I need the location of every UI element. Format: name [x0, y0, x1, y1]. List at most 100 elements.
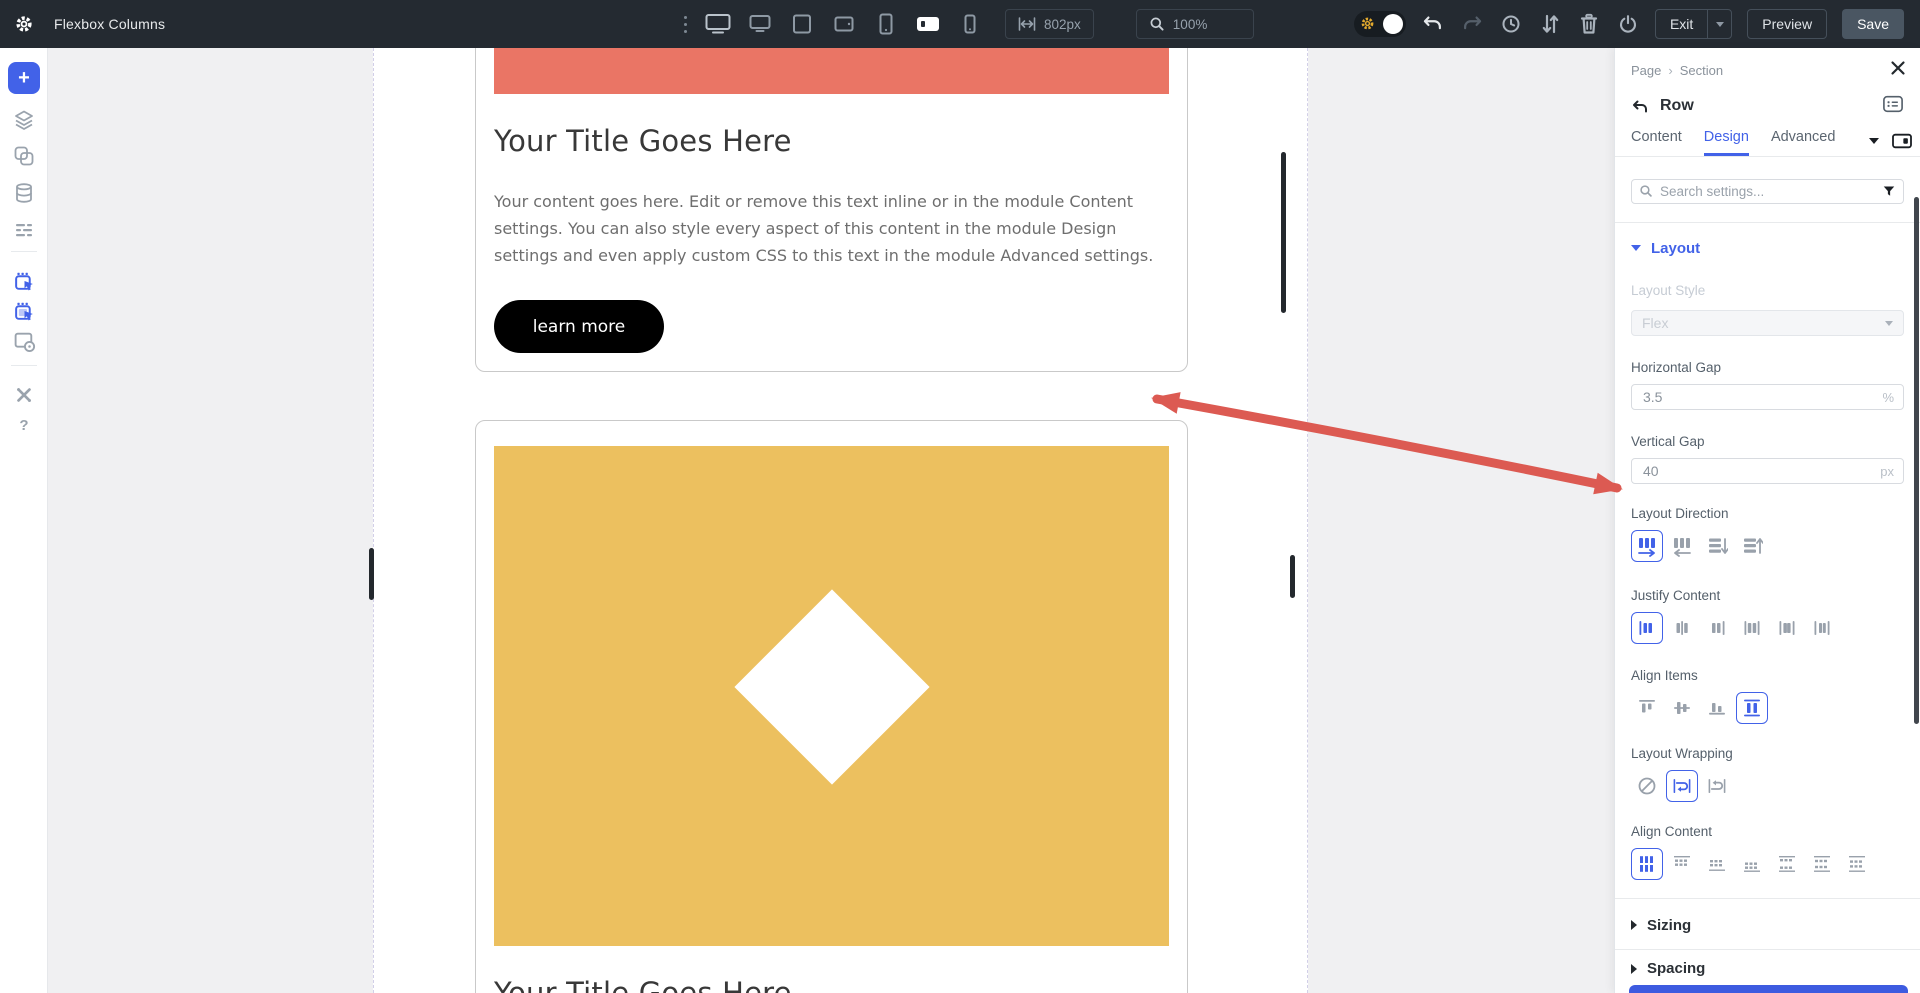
wireframe-lines-icon[interactable] — [12, 218, 36, 242]
preview-button[interactable]: Preview — [1747, 9, 1827, 39]
redo-icon[interactable] — [1460, 12, 1484, 36]
direction-column-reverse-icon[interactable] — [1736, 530, 1768, 562]
back-arrow-icon[interactable] — [1631, 99, 1648, 114]
tab-advanced[interactable]: Advanced — [1771, 129, 1836, 153]
zoom-control[interactable]: 100% — [1136, 9, 1254, 39]
image-placeholder-coral[interactable] — [494, 48, 1169, 94]
expand-panel-icon[interactable] — [1882, 94, 1904, 119]
align-items-stretch-icon[interactable] — [1736, 692, 1768, 724]
align-items-label: Align Items — [1631, 668, 1904, 683]
sidebar-divider — [11, 251, 37, 252]
card-title[interactable]: Your Title Goes Here — [494, 976, 1169, 993]
direction-row-icon[interactable] — [1631, 530, 1663, 562]
direction-column-icon[interactable] — [1701, 530, 1733, 562]
help-icon[interactable]: ? — [12, 413, 36, 437]
layout-heading: Layout — [1651, 240, 1700, 257]
align-content-flex-end-icon[interactable] — [1736, 848, 1768, 880]
layout-wrapping-options — [1631, 770, 1904, 802]
browser-settings-icon[interactable] — [12, 329, 36, 353]
device-desktop-icon[interactable] — [705, 11, 731, 37]
learn-more-button[interactable]: learn more — [494, 300, 664, 353]
tools-icon[interactable] — [12, 383, 36, 407]
vertical-gap-input[interactable] — [1631, 458, 1904, 484]
align-items-flex-start-icon[interactable] — [1631, 692, 1663, 724]
card-title[interactable]: Your Title Goes Here — [494, 124, 1169, 158]
add-module-button[interactable]: + — [8, 62, 40, 94]
trash-icon[interactable] — [1577, 12, 1601, 36]
tabs-dropdown-icon[interactable] — [1869, 138, 1879, 144]
exit-button-group: Exit — [1655, 9, 1732, 39]
tab-design[interactable]: Design — [1704, 129, 1749, 156]
filter-funnel-icon[interactable] — [1882, 184, 1896, 203]
diamond-shape — [734, 589, 929, 784]
breadcrumb-section[interactable]: Section — [1680, 63, 1723, 78]
column-card-1[interactable]: Your Title Goes Here Your content goes h… — [475, 48, 1188, 372]
wrap-icon[interactable] — [1666, 770, 1698, 802]
column-resize-handle[interactable] — [1281, 152, 1286, 313]
breadcrumb-page[interactable]: Page — [1631, 63, 1661, 78]
undo-icon[interactable] — [1421, 12, 1445, 36]
settings-gear-icon[interactable] — [12, 12, 36, 36]
justify-space-evenly-icon[interactable] — [1806, 612, 1838, 644]
device-tablet-icon[interactable] — [789, 11, 815, 37]
canvas-width-input[interactable]: 802px — [1005, 9, 1094, 39]
device-phone-small-icon[interactable] — [957, 11, 983, 37]
save-button[interactable]: Save — [1842, 9, 1904, 39]
sizing-accordion-header[interactable]: Sizing — [1631, 913, 1904, 937]
tab-content[interactable]: Content — [1631, 129, 1682, 153]
next-section-highlight-bar — [1629, 985, 1908, 993]
module-title: Row — [1660, 97, 1694, 115]
database-icon[interactable] — [12, 181, 36, 205]
justify-content-label: Justify Content — [1631, 588, 1904, 603]
zoom-magnifier-icon — [1149, 16, 1165, 32]
responsive-preview-icon[interactable] — [1891, 132, 1913, 150]
layout-accordion-header[interactable]: Layout — [1631, 237, 1904, 259]
align-content-flex-start-icon[interactable] — [1666, 848, 1698, 880]
direction-row-reverse-icon[interactable] — [1666, 530, 1698, 562]
column-card-2[interactable]: Your Title Goes Here — [475, 420, 1188, 993]
justify-flex-end-icon[interactable] — [1701, 612, 1733, 644]
row-resize-handle-right[interactable] — [1290, 555, 1295, 598]
align-items-center-icon[interactable] — [1666, 692, 1698, 724]
row-resize-handle-left[interactable] — [369, 548, 374, 600]
settings-tabs: Content Design Advanced — [1631, 126, 1904, 156]
exit-dropdown-button[interactable] — [1707, 10, 1731, 38]
insert-module-icon[interactable] — [12, 269, 36, 293]
align-content-stretch-icon[interactable] — [1631, 848, 1663, 880]
sort-arrows-icon[interactable] — [1538, 12, 1562, 36]
wrap-reverse-icon[interactable] — [1701, 770, 1733, 802]
justify-flex-start-icon[interactable] — [1631, 612, 1663, 644]
device-phone-landscape-icon[interactable] — [915, 11, 941, 37]
swatches-icon[interactable] — [12, 144, 36, 168]
justify-space-between-icon[interactable] — [1736, 612, 1768, 644]
history-icon[interactable] — [1499, 12, 1523, 36]
align-content-space-between-icon[interactable] — [1771, 848, 1803, 880]
justify-center-icon[interactable] — [1666, 612, 1698, 644]
device-monitor-icon[interactable] — [747, 11, 773, 37]
horizontal-gap-input[interactable] — [1631, 384, 1904, 410]
power-icon[interactable] — [1616, 12, 1640, 36]
spacing-accordion-header[interactable]: Spacing — [1631, 960, 1904, 977]
align-content-space-evenly-icon[interactable] — [1841, 848, 1873, 880]
device-phone-icon[interactable] — [873, 11, 899, 37]
close-icon[interactable] — [1890, 60, 1906, 79]
section-divider — [1615, 222, 1920, 223]
search-settings-input[interactable] — [1631, 179, 1904, 204]
panel-scrollbar[interactable] — [1914, 197, 1919, 724]
vertical-gap-label: Vertical Gap — [1631, 434, 1904, 449]
insert-module-filled-icon[interactable] — [12, 299, 36, 323]
layout-style-select[interactable]: Flex — [1631, 310, 1904, 336]
builder-mode-toggle[interactable] — [1354, 11, 1406, 37]
align-items-baseline-icon[interactable] — [1701, 692, 1733, 724]
align-content-center-icon[interactable] — [1701, 848, 1733, 880]
align-content-space-around-icon[interactable] — [1806, 848, 1838, 880]
drag-dots-icon[interactable] — [684, 16, 687, 33]
exit-button[interactable]: Exit — [1656, 10, 1707, 38]
card-body-text[interactable]: Your content goes here. Edit or remove t… — [494, 188, 1162, 269]
justify-space-around-icon[interactable] — [1771, 612, 1803, 644]
wrap-none-icon[interactable] — [1631, 770, 1663, 802]
layers-icon[interactable] — [12, 108, 36, 132]
image-placeholder-yellow[interactable] — [494, 446, 1169, 946]
device-tablet-small-icon[interactable] — [831, 11, 857, 37]
responsive-device-switcher — [705, 11, 983, 37]
